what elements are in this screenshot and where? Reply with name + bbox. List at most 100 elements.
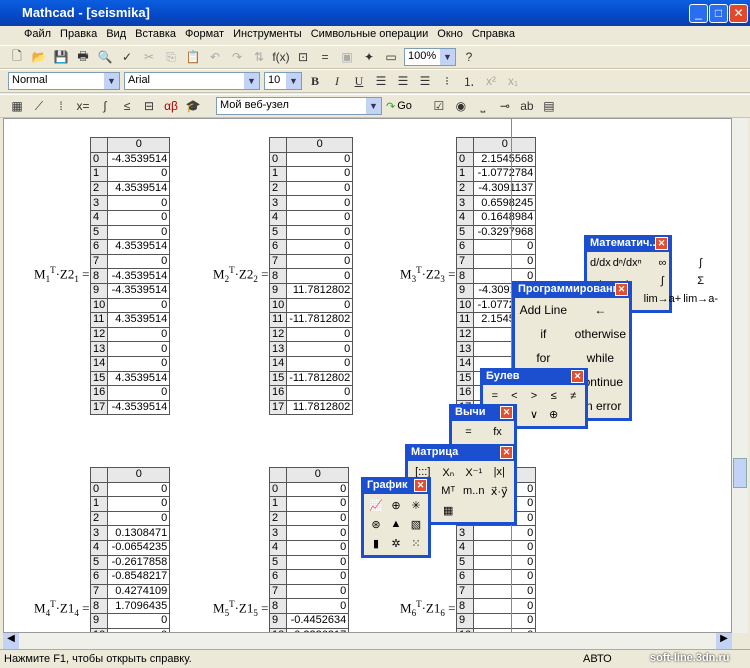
greek-icon[interactable]: αβ — [162, 97, 180, 115]
close-icon[interactable]: ✕ — [414, 479, 427, 492]
web-address-select[interactable]: Мой веб-узел ▼ — [216, 97, 382, 115]
palette-button[interactable]: ▮ — [367, 535, 385, 552]
palette-button[interactable]: ∫ — [644, 273, 682, 289]
italic-button[interactable]: I — [328, 72, 346, 90]
scrollbar-thumb[interactable] — [733, 458, 747, 488]
palette-title-bar[interactable]: Математич... ✕ — [587, 235, 669, 252]
palette-button[interactable]: for — [518, 349, 569, 367]
palette-button[interactable]: ≠ — [564, 388, 582, 404]
bullets-icon[interactable]: ⁝ — [438, 72, 456, 90]
undo-icon[interactable]: ↶ — [206, 48, 224, 66]
palette-button[interactable]: Mᵀ — [437, 483, 461, 500]
close-button[interactable]: ✕ — [729, 4, 748, 23]
palette-button[interactable]: lim→a+ — [644, 291, 682, 307]
palette-button[interactable]: m..n — [462, 483, 486, 500]
palette-button[interactable]: = — [486, 388, 504, 404]
close-icon[interactable]: ✕ — [571, 370, 584, 383]
slider-control-icon[interactable]: ⊸ — [496, 97, 514, 115]
function-icon[interactable]: f(x) — [272, 48, 290, 66]
matrix-expression[interactable]: M5T·Z15 = — [213, 599, 268, 618]
palette-title-bar[interactable]: График ✕ — [364, 477, 428, 494]
align-center-icon[interactable]: ☰ — [394, 72, 412, 90]
palette-button[interactable]: ⊕ — [545, 406, 563, 423]
bold-button[interactable]: B — [306, 72, 324, 90]
menu-item[interactable]: Файл — [24, 28, 51, 45]
menu-item[interactable]: Формат — [185, 28, 224, 45]
palette-button[interactable]: 📈 — [367, 497, 385, 514]
radio-control-icon[interactable]: ◉ — [452, 97, 470, 115]
vertical-scrollbar[interactable] — [732, 118, 748, 633]
font-size-select[interactable]: 10 ▼ — [264, 72, 302, 90]
resource-icon[interactable]: ✦ — [360, 48, 378, 66]
close-icon[interactable]: ✕ — [500, 446, 513, 459]
menu-item[interactable]: Окно — [437, 28, 463, 45]
graph-palette[interactable]: График ✕ 📈 ⊕ ✳ ⊛ ▲ ▧ ▮ ✲ ⁙ — [361, 477, 431, 558]
result-matrix[interactable]: 00010203040506070809-0.445263410-0.22263… — [268, 467, 350, 632]
spellcheck-icon[interactable]: ✓ — [118, 48, 136, 66]
palette-button[interactable]: |x| — [488, 464, 512, 481]
cut-icon[interactable]: ✂ — [140, 48, 158, 66]
calculator-icon[interactable]: ▦ — [8, 97, 26, 115]
print-icon[interactable]: 🖶 — [74, 48, 92, 66]
symbolic-icon[interactable]: 🎓 — [184, 97, 202, 115]
listbox-control-icon[interactable]: ▤ — [540, 97, 558, 115]
matrix-expression[interactable]: M3T·Z23 = — [400, 265, 455, 284]
palette-button[interactable]: = — [455, 424, 482, 440]
close-icon[interactable]: ✕ — [655, 237, 668, 250]
palette-button[interactable]: if — [518, 325, 569, 343]
palette-button[interactable]: otherwise — [575, 325, 626, 343]
subscript-icon[interactable]: x₁ — [504, 72, 522, 90]
palette-button[interactable]: ≤ — [545, 388, 563, 404]
superscript-icon[interactable]: x² — [482, 72, 500, 90]
unit-icon[interactable]: ⊡ — [294, 48, 312, 66]
matrix-expression[interactable]: M1T·Z21 = — [34, 265, 89, 284]
palette-button[interactable]: ▧ — [407, 516, 425, 533]
numbering-icon[interactable]: ⒈ — [460, 72, 478, 90]
palette-button[interactable]: lim→a- — [683, 291, 718, 307]
palette-title-bar[interactable]: Булев ✕ — [483, 368, 585, 385]
palette-button[interactable]: while — [575, 349, 626, 367]
palette-button[interactable]: ✲ — [387, 535, 405, 552]
component-icon[interactable]: ▣ — [338, 48, 356, 66]
evaluation-icon[interactable]: x= — [74, 97, 92, 115]
menu-item[interactable]: Инструменты — [233, 28, 302, 45]
result-matrix[interactable]: 0 0 0 1 0 2 0 3 0.1308471 4 -0.0654235 5 -0.2617858 6… — [89, 467, 171, 632]
palette-button[interactable]: Σ — [683, 273, 718, 289]
menu-item[interactable]: Вставка — [135, 28, 176, 45]
go-button[interactable]: ↷ Go — [386, 100, 412, 113]
palette-button[interactable]: ∨ — [525, 406, 543, 423]
programming-icon[interactable]: ⊟ — [140, 97, 158, 115]
palette-button[interactable]: ⁙ — [407, 535, 425, 552]
push-button-icon[interactable]: ⎵ — [474, 97, 492, 115]
palette-button[interactable]: ✳ — [407, 497, 425, 514]
align-icon[interactable]: ⇅ — [250, 48, 268, 66]
menu-item[interactable]: Правка — [60, 28, 97, 45]
open-icon[interactable]: 📂 — [30, 48, 48, 66]
calculus-icon[interactable]: ∫ — [96, 97, 114, 115]
redo-icon[interactable]: ↷ — [228, 48, 246, 66]
maximize-button[interactable]: □ — [709, 4, 728, 23]
palette-button[interactable]: Add Line — [518, 301, 569, 319]
palette-button[interactable]: ⊕ — [387, 497, 405, 514]
underline-button[interactable]: U — [350, 72, 368, 90]
matrix-expression[interactable]: M6T·Z16 = — [400, 599, 455, 618]
close-icon[interactable]: ✕ — [500, 406, 513, 419]
graph-icon[interactable]: ⟋ — [30, 97, 48, 115]
menu-item[interactable]: Символьные операции — [311, 28, 429, 45]
palette-button[interactable]: ▦ — [437, 502, 461, 519]
textbox-control-icon[interactable]: ab — [518, 97, 536, 115]
copy-icon[interactable]: ⎘ — [162, 48, 180, 66]
palette-button[interactable]: ∞ — [644, 255, 682, 271]
scroll-left-icon[interactable]: ◀ — [3, 633, 19, 649]
window-icon[interactable]: ▭ — [382, 48, 400, 66]
palette-button[interactable]: < — [506, 388, 524, 404]
palette-button[interactable]: ← — [575, 301, 626, 319]
save-icon[interactable]: 💾 — [52, 48, 70, 66]
palette-button[interactable]: dⁿ/dxⁿ — [613, 255, 642, 271]
help-icon[interactable]: ? — [460, 48, 478, 66]
matrix-expression[interactable]: M4T·Z14 = — [34, 599, 89, 618]
scroll-right-icon[interactable]: ▶ — [716, 633, 732, 649]
align-left-icon[interactable]: ☰ — [372, 72, 390, 90]
result-matrix[interactable]: 0 0 -4.3539514 1 0 2 4.3539514 3 0 4 0 5 0 6 4.3539514… — [89, 137, 171, 416]
preview-icon[interactable]: 🔍 — [96, 48, 114, 66]
